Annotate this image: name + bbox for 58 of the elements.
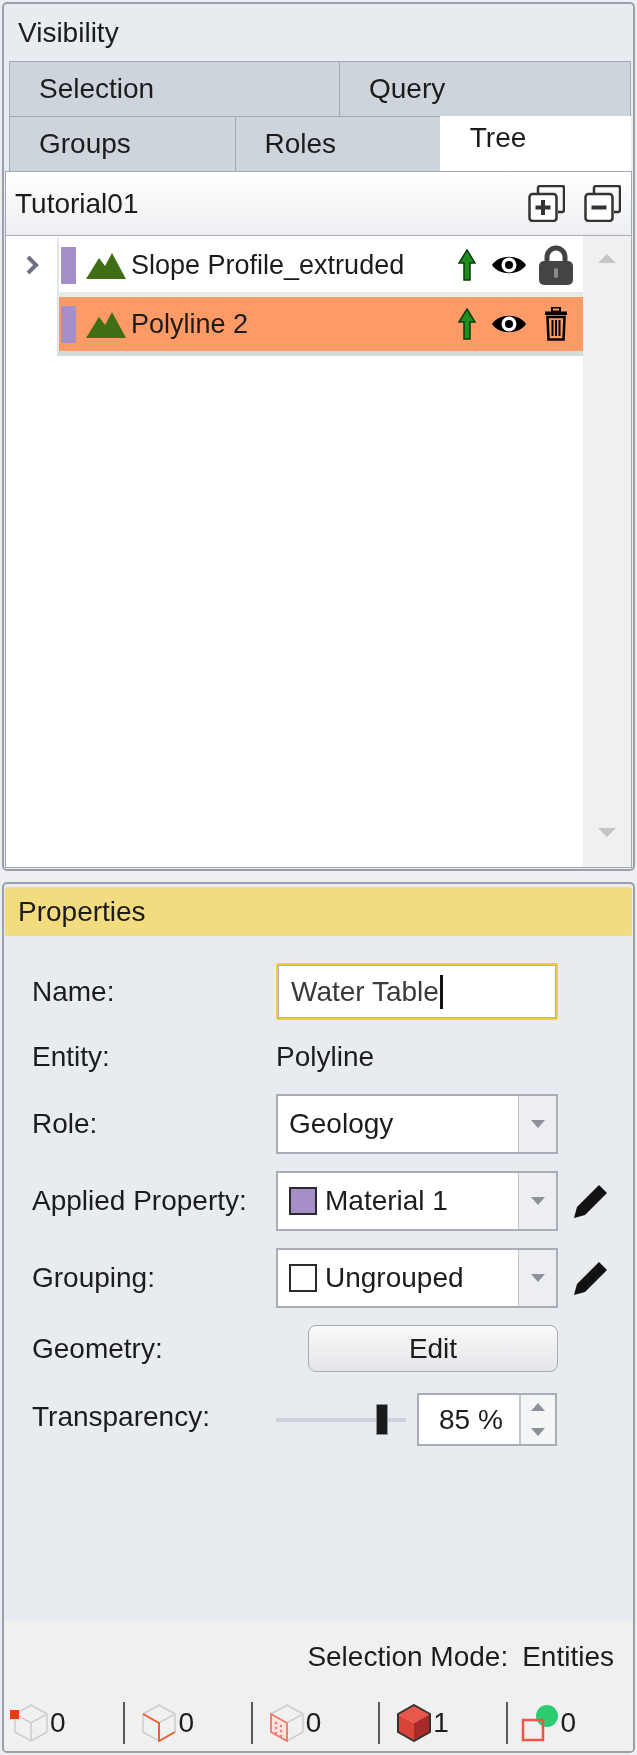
arrow-up-icon — [458, 308, 476, 340]
panel-title: Visibility — [17, 16, 119, 50]
mountains-icon — [86, 251, 126, 279]
field-label: Applied Property: — [32, 1185, 247, 1217]
tab[interactable]: Query — [338, 61, 631, 117]
count-label: 0 — [178, 1707, 194, 1739]
dropdown[interactable]: Material 1 — [276, 1171, 558, 1231]
tree-item-label: Polyline 2 — [131, 308, 249, 340]
squares-plus-icon[interactable] — [528, 185, 565, 222]
trash-icon[interactable] — [544, 307, 568, 341]
squares-minus-icon[interactable] — [584, 185, 621, 222]
count-label: 1 — [433, 1707, 449, 1739]
caret-down-icon — [531, 1427, 545, 1436]
spin-down-button[interactable] — [521, 1419, 555, 1444]
caret-down-icon — [530, 1274, 545, 1282]
square-circle-icon — [520, 1704, 559, 1742]
field-label: Geometry: — [32, 1332, 163, 1365]
pencil-icon[interactable] — [573, 1260, 608, 1296]
tab[interactable]: Tree — [439, 116, 631, 172]
text-input[interactable]: Water Table — [276, 963, 558, 1020]
text-cursor-icon — [439, 974, 443, 1009]
field-label: Transparency: — [32, 1400, 210, 1433]
dropdown[interactable]: Ungrouped — [276, 1248, 558, 1308]
field-label: Grouping: — [32, 1262, 155, 1294]
eye-icon[interactable] — [491, 254, 527, 276]
field-label: Entity: — [32, 1041, 110, 1073]
mountains-icon — [86, 310, 126, 338]
spin-up-button[interactable] — [521, 1395, 555, 1420]
caret-up-icon — [531, 1403, 545, 1412]
selection-mode-label: Selection Mode: — [307, 1640, 509, 1674]
count-label: 0 — [305, 1707, 322, 1739]
tab[interactable]: Groups — [9, 116, 236, 172]
tab[interactable]: Roles — [234, 116, 441, 172]
caret-down-icon — [530, 1120, 545, 1128]
lock-icon[interactable] — [538, 245, 574, 285]
field-value: Polyline — [276, 1040, 375, 1074]
edit-button[interactable]: Edit — [308, 1325, 558, 1372]
slider-thumb[interactable] — [376, 1404, 389, 1435]
count-label: 0 — [50, 1707, 66, 1739]
eye-icon[interactable] — [491, 313, 527, 335]
tree-root-label: Tutorial01 — [15, 187, 139, 220]
panel-header: Properties — [5, 887, 632, 936]
arrow-up-icon — [458, 249, 476, 281]
selection-mode-value: Entities — [522, 1640, 614, 1674]
count-label: 0 — [560, 1707, 577, 1739]
tree-item[interactable]: Slope Profile_extruded — [57, 238, 583, 297]
spin-box[interactable]: 85 % — [417, 1393, 557, 1446]
caret-down-icon — [530, 1197, 545, 1205]
pencil-icon[interactable] — [573, 1183, 608, 1219]
field-label: Name: — [32, 975, 115, 1008]
slider[interactable] — [276, 1404, 406, 1435]
tree-item-label: Slope Profile_extruded — [131, 249, 405, 281]
cube-vertex-icon — [10, 1704, 48, 1742]
field-label: Role: — [32, 1108, 98, 1140]
chevron-right-icon[interactable] — [24, 254, 39, 276]
dropdown[interactable]: Geology — [276, 1094, 558, 1154]
tab[interactable]: Selection — [9, 61, 340, 117]
tree-item[interactable]: Polyline 2 — [57, 297, 583, 356]
